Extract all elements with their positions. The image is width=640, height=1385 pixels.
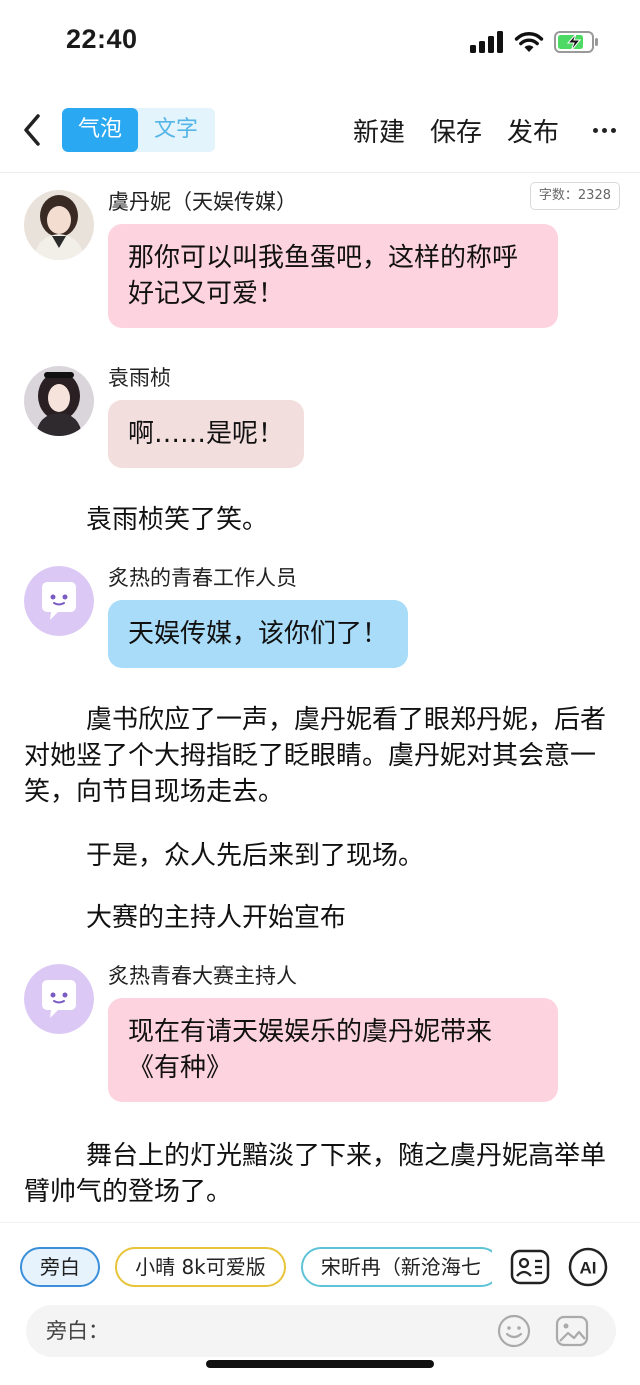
status-icons bbox=[470, 30, 600, 54]
status-bar: 22:40 bbox=[0, 0, 640, 88]
svg-text:AI: AI bbox=[580, 1259, 597, 1278]
narration-text[interactable]: 于是，众人先后来到了现场。 bbox=[24, 838, 616, 874]
avatar[interactable] bbox=[24, 190, 94, 260]
character-card-icon[interactable] bbox=[510, 1247, 550, 1287]
signal-icon bbox=[470, 31, 503, 53]
role-chip-narration[interactable]: 旁白 bbox=[20, 1247, 100, 1287]
chat-bubble[interactable]: 天娱传媒，该你们了！ bbox=[108, 600, 409, 668]
new-button[interactable]: 新建 bbox=[353, 112, 405, 149]
tab-text[interactable]: 文字 bbox=[138, 108, 214, 152]
back-icon[interactable] bbox=[18, 108, 48, 152]
home-indicator bbox=[206, 1360, 434, 1368]
sender-name: 炙热青春大赛主持人 bbox=[108, 964, 297, 988]
message-input-bar bbox=[26, 1305, 616, 1357]
narration-text[interactable]: 大赛的主持人开始宣布 bbox=[24, 900, 616, 936]
sender-name: 炙热的青春工作人员 bbox=[108, 566, 297, 590]
chat-bubble[interactable]: 那你可以叫我鱼蛋吧，这样的称呼好记又可爱！ bbox=[108, 224, 558, 328]
wifi-icon bbox=[514, 32, 544, 52]
sender-name: 虞丹妮（天娱传媒） bbox=[108, 190, 297, 214]
narration-text[interactable]: 袁雨桢笑了笑。 bbox=[24, 502, 616, 538]
status-time: 22:40 bbox=[66, 24, 138, 54]
nav-actions: 新建 保存 发布 bbox=[353, 108, 640, 152]
avatar[interactable] bbox=[24, 366, 94, 436]
photo-avatar-2 bbox=[24, 366, 94, 436]
nav-bar: 气泡 文字 新建 保存 发布 bbox=[0, 100, 640, 162]
message-input[interactable] bbox=[46, 1305, 476, 1357]
more-icon[interactable] bbox=[584, 108, 624, 152]
word-count-badge: 字数：2328 bbox=[529, 182, 620, 210]
ai-icon[interactable]: AI bbox=[568, 1247, 608, 1287]
narration-text[interactable]: 舞台上的灯光黯淡了下来，随之虞丹妮高举单臂帅气的登场了。 bbox=[24, 1138, 616, 1210]
role-chip-row: 旁白 小晴 8k可爱版 宋昕冉（新沧海七 bbox=[20, 1247, 492, 1287]
role-chip[interactable]: 宋昕冉（新沧海七 bbox=[300, 1247, 492, 1287]
chat-bubble[interactable]: 啊……是呢！ bbox=[108, 400, 305, 468]
publish-button[interactable]: 发布 bbox=[507, 112, 559, 149]
mode-switch: 气泡 文字 bbox=[62, 108, 215, 152]
image-icon[interactable] bbox=[554, 1313, 590, 1349]
avatar[interactable] bbox=[24, 566, 94, 636]
photo-avatar-1 bbox=[24, 190, 94, 260]
narration-text[interactable]: 虞书欣应了一声，虞丹妮看了眼郑丹妮，后者对她竖了个大拇指眨了眨眼睛。虞丹妮对其会… bbox=[24, 702, 616, 810]
battery-charging-icon bbox=[554, 31, 598, 53]
avatar[interactable] bbox=[24, 964, 94, 1034]
tab-bubble[interactable]: 气泡 bbox=[62, 108, 138, 152]
bubble-face-icon bbox=[24, 566, 94, 636]
nav-divider bbox=[0, 172, 640, 173]
sender-name: 袁雨桢 bbox=[108, 366, 171, 390]
emoji-icon[interactable] bbox=[496, 1313, 532, 1349]
save-button[interactable]: 保存 bbox=[430, 112, 482, 149]
chat-bubble[interactable]: 现在有请天娱娱乐的虞丹妮带来《有种》 bbox=[108, 998, 558, 1102]
role-chip[interactable]: 小晴 8k可爱版 bbox=[115, 1247, 286, 1287]
bubble-face-icon bbox=[24, 964, 94, 1034]
